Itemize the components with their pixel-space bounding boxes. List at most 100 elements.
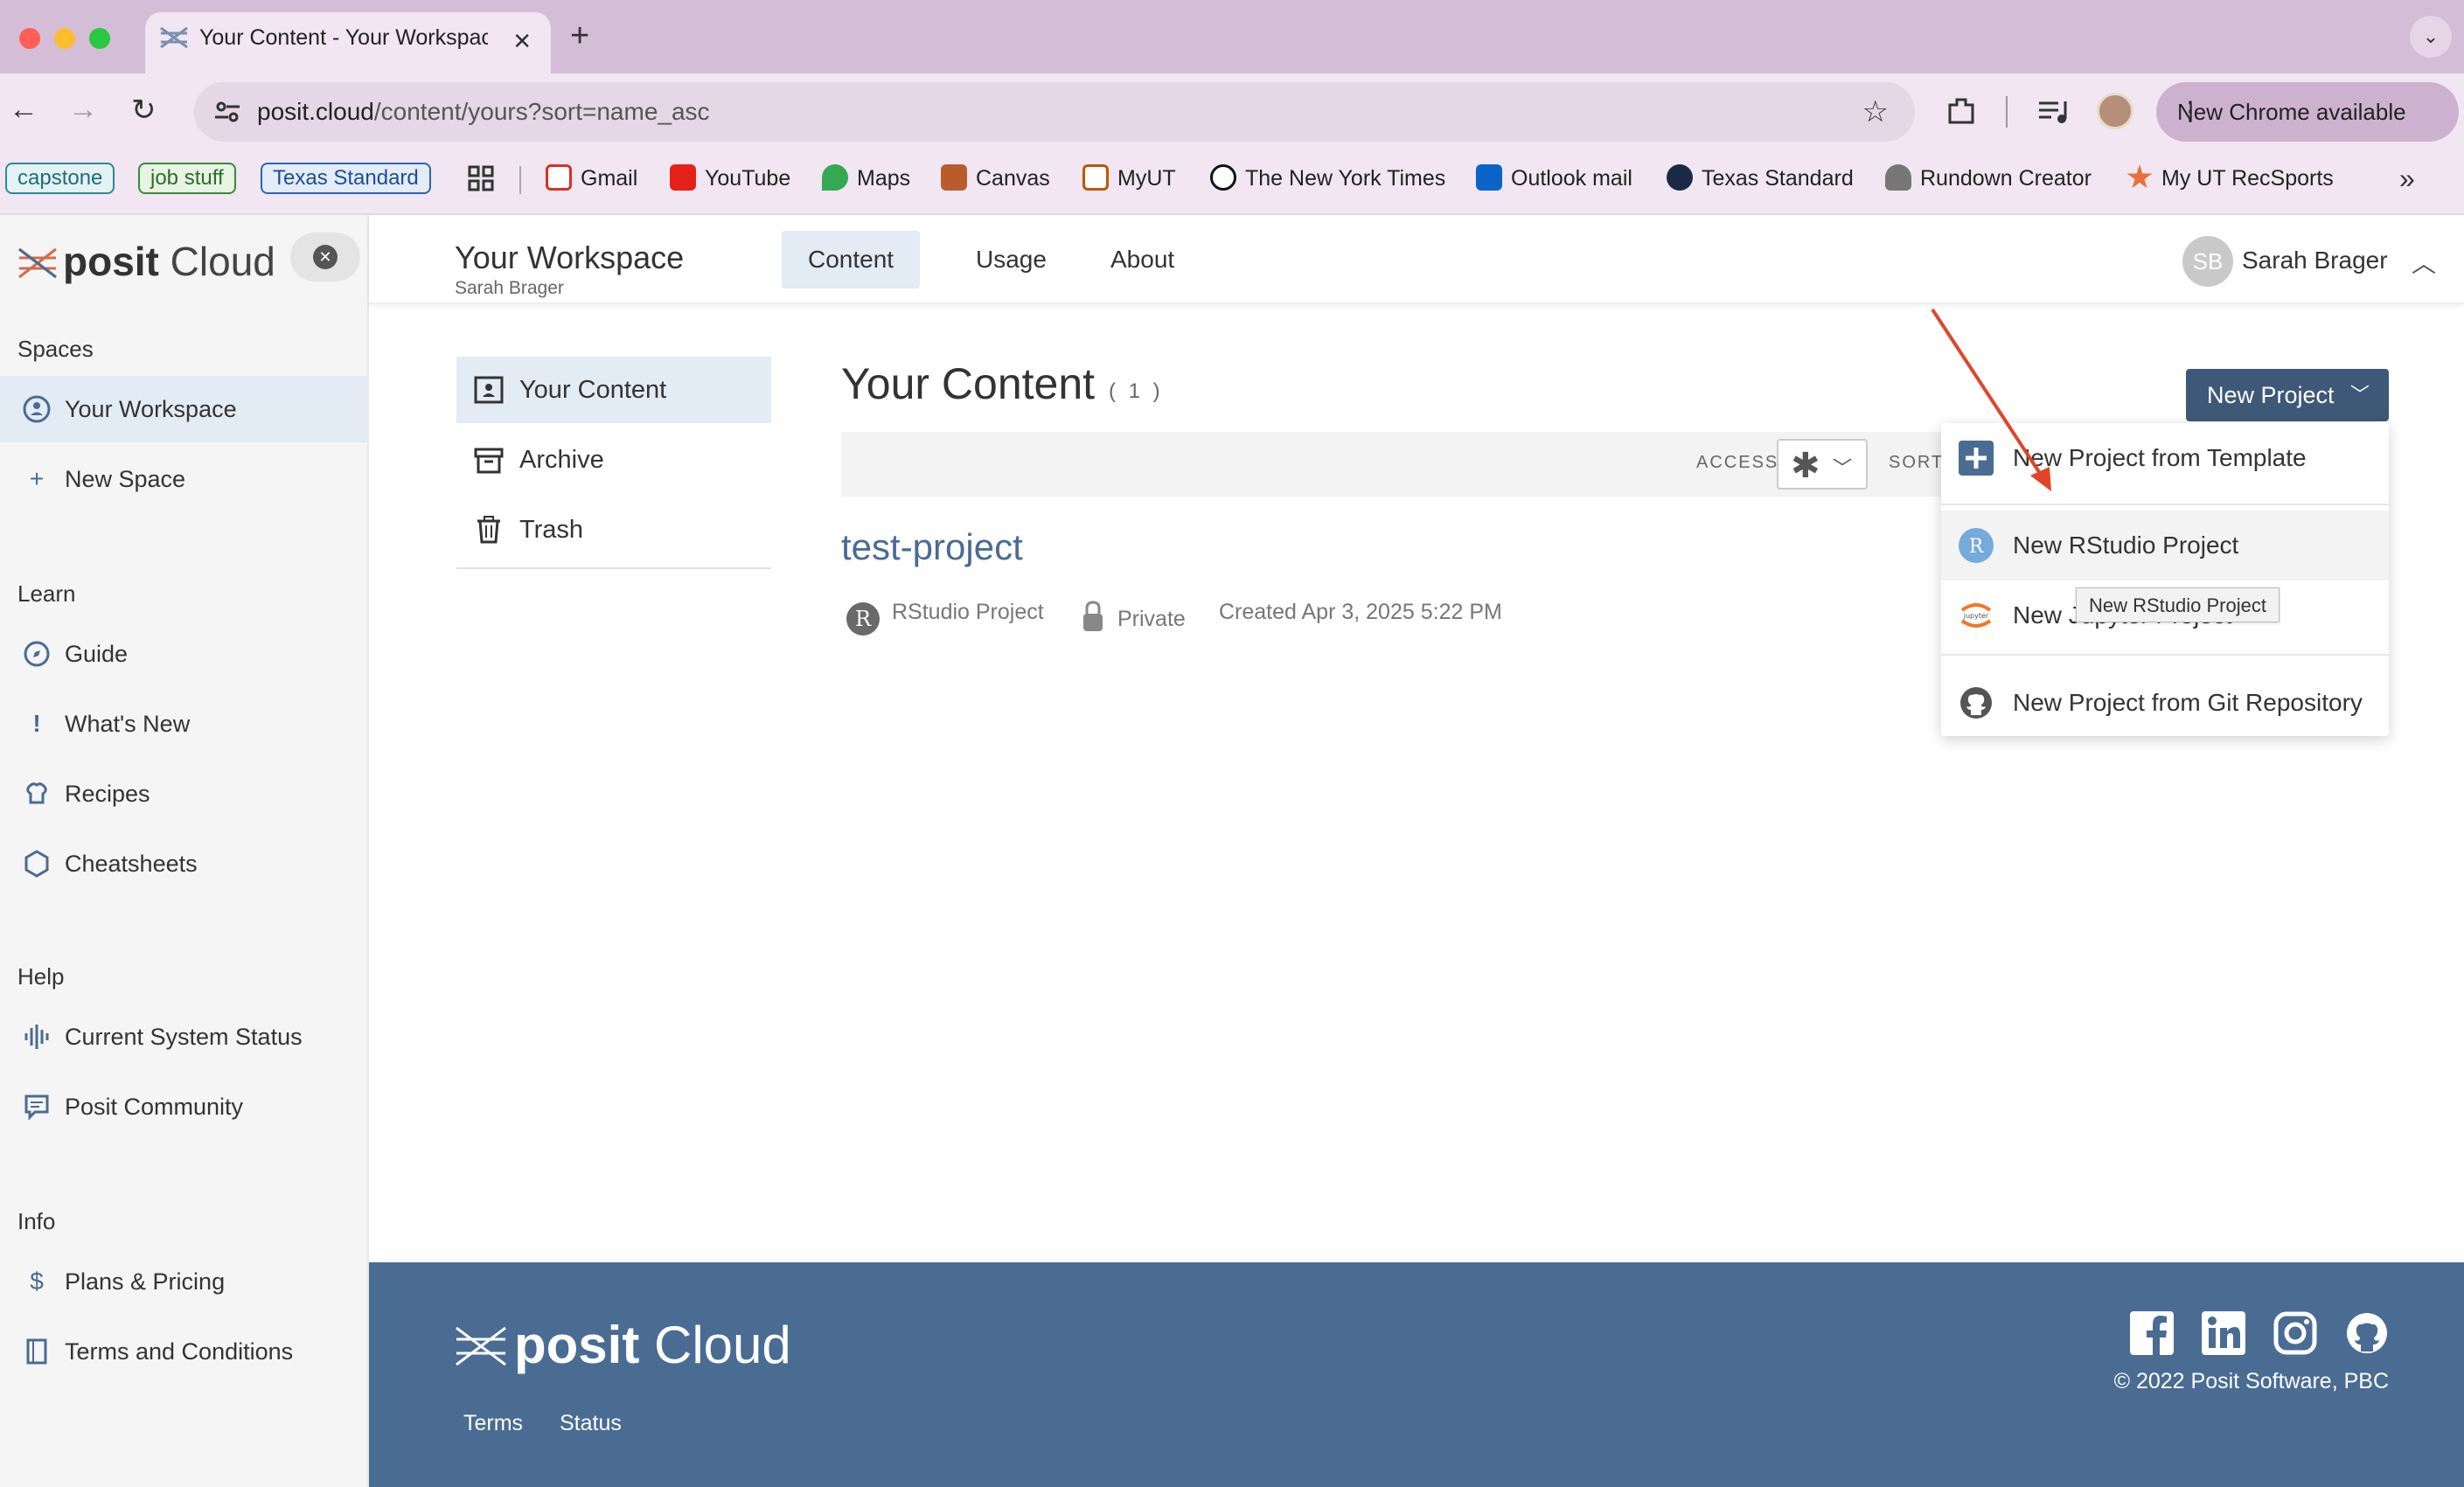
- kebab-menu-icon[interactable]: ⋮: [2177, 82, 2447, 142]
- logo-product: Cloud: [170, 239, 275, 284]
- close-icon: ✕: [313, 245, 338, 269]
- url-text: posit.cloud/content/yours?sort=name_asc: [257, 82, 710, 142]
- github-footer-icon[interactable]: [2345, 1311, 2389, 1355]
- content-nav-your-content[interactable]: Your Content: [456, 357, 771, 423]
- compass-icon: [23, 640, 51, 668]
- trash-icon: [474, 516, 504, 544]
- bookmark-capstone[interactable]: capstone: [5, 163, 115, 194]
- apps-grid-icon[interactable]: [467, 164, 495, 192]
- avatar[interactable]: SB: [2182, 236, 2233, 287]
- footer-posit-cloud-logo[interactable]: posit Cloud: [455, 1315, 791, 1375]
- footer-link-status[interactable]: Status: [560, 1411, 622, 1436]
- content-nav-trash[interactable]: Trash: [456, 497, 771, 563]
- sidebar-item-your-workspace[interactable]: Your Workspace: [0, 376, 367, 442]
- bookmark-youtube-label: YouTube: [705, 166, 791, 191]
- tab-search-chevron-icon[interactable]: ⌄: [2410, 16, 2452, 58]
- star-icon: [2126, 164, 2153, 189]
- extensions-icon[interactable]: [1945, 94, 1978, 128]
- bookmark-gmail[interactable]: Gmail: [546, 164, 637, 191]
- chevron-up-icon[interactable]: ︿: [2412, 245, 2436, 280]
- tab-about[interactable]: About: [1084, 231, 1201, 288]
- sidebar-item-label: Recipes: [65, 781, 150, 807]
- bookmark-canvas[interactable]: Canvas: [941, 164, 1050, 191]
- chrome-update-button[interactable]: New Chrome available ⋮: [2156, 82, 2459, 142]
- linkedin-icon[interactable]: [2202, 1311, 2245, 1355]
- user-name[interactable]: Sarah Brager: [2242, 247, 2388, 274]
- access-filter-select[interactable]: ✱ ﹀: [1777, 439, 1868, 490]
- sidebar-item-guide[interactable]: Guide: [0, 621, 367, 687]
- project-title-link[interactable]: test-project: [841, 526, 1023, 568]
- bookmark-myut-label: MyUT: [1117, 166, 1176, 191]
- workspace-title: Your Workspace: [455, 240, 685, 275]
- media-controls-icon[interactable]: [2037, 96, 2069, 128]
- bookmark-job-stuff[interactable]: job stuff: [138, 163, 236, 194]
- browser-toolbar: ← → ↻ posit.cloud/content/yours?sort=nam…: [0, 73, 2464, 154]
- chevron-down-icon: ﹀: [1833, 457, 1853, 479]
- bookmark-maps[interactable]: Maps: [822, 164, 910, 191]
- new-tab-icon[interactable]: +: [570, 17, 589, 55]
- back-arrow-icon[interactable]: ←: [9, 93, 38, 127]
- tab-close-icon[interactable]: ✕: [512, 28, 532, 55]
- menu-item-rstudio[interactable]: R New RStudio Project: [1941, 511, 2389, 580]
- address-bar[interactable]: posit.cloud/content/yours?sort=name_asc …: [194, 82, 1915, 142]
- sidebar-item-system-status[interactable]: Current System Status: [0, 1004, 367, 1070]
- project-type-label: RStudio Project: [892, 600, 1044, 624]
- dollar-icon: $: [30, 1268, 44, 1295]
- canvas-icon: [941, 164, 967, 191]
- r-logo-icon: R: [846, 602, 880, 636]
- content-nav-label: Archive: [519, 446, 604, 474]
- sidebar-item-terms[interactable]: Terms and Conditions: [0, 1318, 367, 1385]
- new-project-label: New Project: [2207, 382, 2335, 408]
- bookmark-canvas-label: Canvas: [976, 166, 1050, 191]
- content-nav-label: Trash: [519, 516, 584, 544]
- posit-cloud-logo[interactable]: posit Cloud: [17, 238, 275, 285]
- tab-content[interactable]: Content: [782, 231, 921, 288]
- forward-arrow-icon[interactable]: →: [68, 93, 98, 127]
- browser-tabstrip: Your Content - Your Workspace ✕ + ⌄: [0, 0, 2464, 73]
- bookmark-star-icon[interactable]: ☆: [1862, 94, 1889, 129]
- bookmark-nytimes[interactable]: The New York Times: [1210, 164, 1445, 191]
- footer-logo-brand: posit: [514, 1316, 640, 1374]
- footer-link-terms[interactable]: Terms: [463, 1411, 523, 1436]
- sidebar-item-plans[interactable]: $ Plans & Pricing: [0, 1248, 367, 1315]
- new-project-button[interactable]: New Project ﹀: [2186, 369, 2389, 421]
- sidebar-item-whats-new[interactable]: ! What's New: [0, 691, 367, 757]
- bookmark-maps-label: Maps: [857, 166, 911, 191]
- content-nav-archive[interactable]: Archive: [456, 427, 771, 493]
- tab-usage[interactable]: Usage: [950, 231, 1073, 288]
- menu-item-label: New Project from Git Repository: [2013, 689, 2363, 716]
- sidebar-item-new-space[interactable]: + New Space: [0, 446, 367, 512]
- bookmark-texas-standard-tag[interactable]: Texas Standard: [261, 163, 431, 194]
- url-path: /content/yours?sort=name_asc: [373, 98, 710, 125]
- sidebar-item-label: Guide: [65, 641, 129, 667]
- menu-item-from-git[interactable]: New Project from Git Repository: [1941, 668, 2389, 738]
- close-window-button[interactable]: [19, 28, 40, 49]
- minimize-window-button[interactable]: [54, 28, 75, 49]
- bookmark-outlook[interactable]: Outlook mail: [1476, 164, 1632, 191]
- sidebar-item-community[interactable]: Posit Community: [0, 1074, 367, 1140]
- site-settings-icon[interactable]: [213, 98, 241, 126]
- copyright: © 2022 Posit Software, PBC: [2113, 1369, 2389, 1393]
- sidebar-item-recipes[interactable]: Recipes: [0, 761, 367, 827]
- youtube-icon: [670, 164, 696, 191]
- more-bookmarks-icon[interactable]: »: [2399, 163, 2415, 195]
- collapse-sidebar-button[interactable]: ✕: [290, 233, 360, 281]
- lock-icon: [1081, 600, 1105, 633]
- svg-text:R: R: [1969, 536, 1985, 558]
- browser-tab-active[interactable]: Your Content - Your Workspace ✕: [145, 12, 551, 73]
- bookmark-myut[interactable]: MyUT: [1082, 164, 1176, 191]
- sidebar: posit Cloud ✕ Spaces Your Workspace + Ne…: [0, 215, 369, 1487]
- plus-icon: +: [29, 465, 45, 492]
- maximize-window-button[interactable]: [89, 28, 110, 49]
- bookmark-recsports-label: My UT RecSports: [2161, 166, 2334, 191]
- instagram-icon[interactable]: [2273, 1311, 2317, 1355]
- sidebar-item-cheatsheets[interactable]: Cheatsheets: [0, 830, 367, 897]
- bookmark-recsports[interactable]: My UT RecSports: [2126, 164, 2334, 191]
- bookmark-youtube[interactable]: YouTube: [670, 164, 790, 191]
- reload-icon[interactable]: ↻: [131, 93, 157, 128]
- profile-avatar[interactable]: [2097, 93, 2133, 129]
- bookmark-texas-standard[interactable]: Texas Standard: [1667, 164, 1854, 191]
- facebook-icon[interactable]: [2130, 1311, 2174, 1355]
- bookmark-rundown[interactable]: Rundown Creator: [1885, 164, 2092, 191]
- posit-logo-icon: [17, 246, 58, 281]
